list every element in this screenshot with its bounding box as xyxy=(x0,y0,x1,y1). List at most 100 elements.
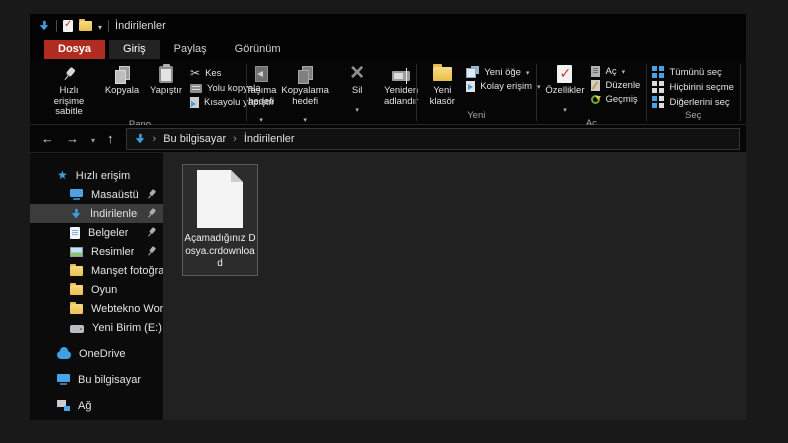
page-fold xyxy=(231,170,243,182)
ribbon-group-open: Özellikler Aç Düzenle Geçmiş xyxy=(540,61,642,124)
breadcrumb[interactable]: › Bu bilgisayar › İndirilenler xyxy=(126,128,740,150)
copy-to-button[interactable]: Kopyalama hedefi xyxy=(283,61,327,128)
spacer xyxy=(30,337,163,344)
rename-button[interactable]: Yeniden adlandır xyxy=(379,61,423,108)
breadcrumb-separator: › xyxy=(153,133,157,145)
chevron-down-icon xyxy=(622,66,626,77)
titlebar: İndirilenler xyxy=(30,14,746,38)
folder-icon xyxy=(70,266,83,276)
rename-icon xyxy=(392,71,410,81)
edit-icon xyxy=(591,80,600,91)
move-to-icon xyxy=(255,66,268,82)
sidebar-item-manset-fotograflari[interactable]: Manşet fotoğrafları xyxy=(30,261,163,280)
folder-icon xyxy=(70,285,83,295)
select-none-icon xyxy=(652,81,664,93)
sidebar-item-network[interactable]: Ağ xyxy=(30,396,163,415)
tab-paylas[interactable]: Paylaş xyxy=(160,40,221,59)
tab-giris[interactable]: Giriş xyxy=(109,40,160,59)
delete-button[interactable]: Sil xyxy=(335,61,379,118)
tab-gorunum[interactable]: Görünüm xyxy=(221,40,295,59)
folder-icon xyxy=(70,304,83,314)
select-none-button[interactable]: Hiçbirini seçme xyxy=(652,81,733,93)
drive-icon xyxy=(70,325,84,333)
downloads-icon xyxy=(134,133,144,143)
file-item[interactable]: Açamadığınız Dosya.crdownload xyxy=(182,164,258,276)
open-button[interactable]: Aç xyxy=(591,66,640,77)
pushpin-icon xyxy=(58,63,81,86)
pin-to-quick-access-button[interactable]: Hızlı erişime sabitle xyxy=(38,61,100,119)
sidebar-item-documents[interactable]: Belgeler xyxy=(30,223,163,242)
new-folder-button[interactable]: Yeni klasör xyxy=(420,61,464,108)
sidebar-item-pictures[interactable]: Resimler xyxy=(30,242,163,261)
documents-icon xyxy=(70,227,80,239)
recent-locations-chevron-icon[interactable] xyxy=(86,131,100,146)
properties-icon xyxy=(557,65,572,83)
ribbon-group-organize: Taşıma hedefi Kopyalama hedefi Sil Yenid… xyxy=(250,61,412,124)
sidebar-item-onedrive[interactable]: OneDrive xyxy=(30,344,163,363)
sidebar-item-downloads[interactable]: İndirilenler xyxy=(30,204,163,223)
quick-access-star-icon xyxy=(57,169,68,182)
invert-selection-button[interactable]: Diğerlerini seç xyxy=(652,96,733,108)
sidebar-item-quick-access[interactable]: Hızlı erişim xyxy=(30,166,163,185)
history-icon xyxy=(591,95,600,104)
pin-icon[interactable] xyxy=(144,225,159,240)
new-item-icon xyxy=(466,66,479,78)
address-bar: ← → ↑ › Bu bilgisayar › İndirilenler xyxy=(30,125,746,153)
tab-dosya[interactable]: Dosya xyxy=(44,40,105,59)
ribbon-tabbar: Dosya Giriş Paylaş Görünüm xyxy=(30,38,746,59)
paste-button[interactable]: Yapıştır xyxy=(144,61,188,98)
onedrive-cloud-icon xyxy=(57,351,71,359)
pin-icon[interactable] xyxy=(144,206,159,221)
edit-button[interactable]: Düzenle xyxy=(591,80,640,91)
back-button[interactable]: ← xyxy=(36,131,59,146)
qat-new-folder-icon[interactable] xyxy=(79,21,92,31)
explorer-window: İndirilenler Dosya Giriş Paylaş Görünüm … xyxy=(30,14,746,420)
spacer xyxy=(30,363,163,370)
pictures-icon xyxy=(70,247,83,257)
body: Hızlı erişim Masaüstü İndirilenler Belge… xyxy=(30,153,746,420)
pin-icon[interactable] xyxy=(144,187,159,202)
easy-access-icon xyxy=(466,81,475,92)
sidebar-item-oyun[interactable]: Oyun xyxy=(30,280,163,299)
network-icon xyxy=(57,400,70,411)
file-list-area[interactable]: Açamadığınız Dosya.crdownload xyxy=(163,153,746,420)
pin-icon[interactable] xyxy=(144,244,159,259)
sidebar-item-this-pc[interactable]: Bu bilgisayar xyxy=(30,370,163,389)
qat-customize-chevron-icon[interactable] xyxy=(98,17,102,35)
navigation-pane: Hızlı erişim Masaüstü İndirilenler Belge… xyxy=(30,153,163,420)
breadcrumb-separator: › xyxy=(233,133,237,145)
group-label-new: Yeni xyxy=(420,110,532,124)
forward-button[interactable]: → xyxy=(61,131,84,146)
sidebar-item-yeni-birim[interactable]: Yeni Birim (E:) xyxy=(30,318,163,337)
chevron-down-icon xyxy=(526,67,530,78)
paste-shortcut-icon xyxy=(190,97,199,108)
sidebar-item-desktop[interactable]: Masaüstü xyxy=(30,185,163,204)
history-button[interactable]: Geçmiş xyxy=(591,94,640,105)
open-icon xyxy=(591,66,600,77)
select-all-button[interactable]: Tümünü seç xyxy=(652,66,733,78)
delete-icon xyxy=(350,64,364,85)
copy-icon xyxy=(115,66,129,82)
downloads-icon xyxy=(71,208,81,218)
copy-to-icon xyxy=(298,66,312,82)
move-to-button[interactable]: Taşıma hedefi xyxy=(239,61,283,128)
copy-path-icon xyxy=(190,84,202,93)
sidebar-item-webtekno-word[interactable]: Webtekno Word xyxy=(30,299,163,318)
copy-button[interactable]: Kopyala xyxy=(100,61,144,98)
chevron-down-icon xyxy=(563,99,567,117)
qat-properties-icon[interactable] xyxy=(63,20,73,32)
new-item-button[interactable]: Yeni öğe xyxy=(466,66,540,78)
spacer xyxy=(30,389,163,396)
breadcrumb-downloads[interactable]: İndirilenler xyxy=(244,133,295,145)
file-icon xyxy=(197,170,243,228)
ribbon-group-new: Yeni klasör Yeni öğe Kolay erişim Yeni xyxy=(420,61,532,124)
easy-access-button[interactable]: Kolay erişim xyxy=(466,81,540,92)
ribbon: Hızlı erişime sabitle Kopyala Yapıştır K… xyxy=(30,59,746,125)
file-name: Açamadığınız Dosya.crdownload xyxy=(183,233,257,271)
breadcrumb-this-pc[interactable]: Bu bilgisayar xyxy=(163,133,226,145)
invert-selection-icon xyxy=(652,96,664,108)
divider xyxy=(56,20,57,32)
properties-button[interactable]: Özellikler xyxy=(540,61,589,118)
up-button[interactable]: ↑ xyxy=(102,131,119,146)
ribbon-group-clipboard: Hızlı erişime sabitle Kopyala Yapıştır K… xyxy=(38,61,242,124)
